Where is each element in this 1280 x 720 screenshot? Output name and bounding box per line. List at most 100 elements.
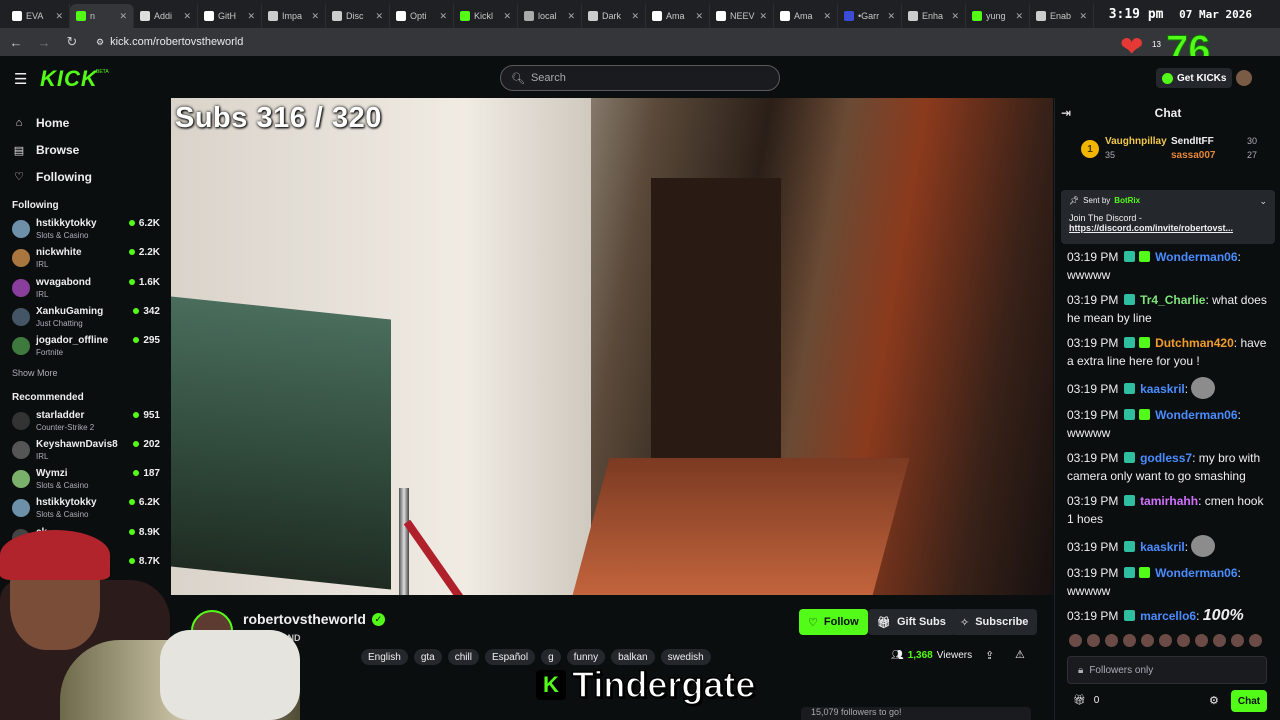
gear-icon[interactable]: ⚙ bbox=[1209, 694, 1219, 707]
close-tab-icon[interactable]: ✕ bbox=[951, 11, 959, 22]
close-tab-icon[interactable]: ✕ bbox=[567, 11, 575, 22]
quick-emote-icon[interactable] bbox=[1069, 634, 1082, 647]
browser-tab[interactable]: GitH ✕ bbox=[198, 4, 262, 28]
quick-emote-icon[interactable] bbox=[1231, 634, 1244, 647]
message-username[interactable]: Tr4_Charlie bbox=[1140, 293, 1205, 307]
close-tab-icon[interactable]: ✕ bbox=[375, 11, 383, 22]
browser-tab[interactable]: Impa ✕ bbox=[262, 4, 326, 28]
browser-tab[interactable]: Addi ✕ bbox=[134, 4, 198, 28]
browser-tab[interactable]: EVA ✕ bbox=[6, 4, 70, 28]
browser-tab[interactable]: yung ✕ bbox=[966, 4, 1030, 28]
quick-emote-icon[interactable] bbox=[1249, 634, 1262, 647]
sidebar-channel[interactable]: nickwhite IRL 2.2K bbox=[0, 244, 170, 273]
browser-tab[interactable]: Kickl ✕ bbox=[454, 4, 518, 28]
leader-first-name[interactable]: Vaughnpillay bbox=[1105, 136, 1167, 147]
sidebar-channel[interactable]: KeyshawnDavis8 IRL 202 bbox=[0, 436, 170, 465]
close-tab-icon[interactable]: ✕ bbox=[823, 11, 831, 22]
stream-tag[interactable]: gta bbox=[413, 649, 442, 665]
unpin-icon[interactable]: ⌄ bbox=[1259, 196, 1267, 207]
quick-emote-icon[interactable] bbox=[1105, 634, 1118, 647]
sidebar-nav-browse[interactable]: ▤ Browse bbox=[12, 137, 170, 164]
close-tab-icon[interactable]: ✕ bbox=[503, 11, 511, 22]
close-tab-icon[interactable]: ✕ bbox=[887, 11, 895, 22]
message-username[interactable]: godless7 bbox=[1140, 451, 1192, 465]
get-kicks-button[interactable]: Get KICKs bbox=[1156, 68, 1233, 88]
quick-emote-icon[interactable] bbox=[1087, 634, 1100, 647]
stream-tag[interactable]: balkan bbox=[611, 649, 655, 665]
message-username[interactable]: Wonderman06 bbox=[1155, 408, 1237, 422]
leader-second-name[interactable]: SendItFF bbox=[1171, 136, 1214, 147]
message-username[interactable]: Dutchman420 bbox=[1155, 336, 1234, 350]
close-tab-icon[interactable]: ✕ bbox=[183, 11, 191, 22]
browser-tab[interactable]: Opti ✕ bbox=[390, 4, 454, 28]
stream-tag[interactable]: swedish bbox=[660, 649, 711, 665]
browser-tab[interactable]: Dark ✕ bbox=[582, 4, 646, 28]
collapse-chat-icon[interactable]: ⇥ bbox=[1061, 106, 1071, 120]
close-tab-icon[interactable]: ✕ bbox=[119, 11, 127, 22]
sidebar-channel[interactable]: wvagabond IRL 1.6K bbox=[0, 274, 170, 303]
sidebar-channel[interactable]: jogador_offline Fortnite 295 bbox=[0, 332, 170, 361]
browser-tab[interactable]: Enab ✕ bbox=[1030, 4, 1094, 28]
quick-emote-icon[interactable] bbox=[1195, 634, 1208, 647]
browser-tab[interactable]: NEEV ✕ bbox=[710, 4, 774, 28]
sidebar-nav-following[interactable]: ♡ Following bbox=[12, 163, 170, 190]
chat-send-button[interactable]: Chat bbox=[1231, 690, 1267, 712]
kicks-balance[interactable]: 🎁︎ 0 bbox=[1073, 695, 1099, 706]
close-tab-icon[interactable]: ✕ bbox=[695, 11, 703, 22]
gift-subs-button[interactable]: 🎁︎ Gift Subs bbox=[868, 609, 955, 635]
message-username[interactable]: Wonderman06 bbox=[1155, 566, 1237, 580]
message-username[interactable]: tamirhahh bbox=[1140, 494, 1198, 508]
sidebar-channel[interactable]: Wymzi Slots & Casino 187 bbox=[0, 465, 170, 494]
forward-icon[interactable]: → bbox=[36, 35, 52, 50]
stream-tag[interactable]: funny bbox=[566, 649, 606, 665]
browser-tab[interactable]: Ama ✕ bbox=[774, 4, 838, 28]
close-tab-icon[interactable]: ✕ bbox=[247, 11, 255, 22]
quick-emote-icon[interactable] bbox=[1159, 634, 1172, 647]
close-tab-icon[interactable]: ✕ bbox=[631, 11, 639, 22]
message-username[interactable]: kaaskril bbox=[1140, 382, 1185, 396]
user-avatar[interactable] bbox=[1236, 70, 1252, 86]
sidebar-channel[interactable]: XankuGaming Just Chatting 342 bbox=[0, 303, 170, 332]
search-input[interactable]: 🔍︎ Search bbox=[500, 65, 780, 91]
subscribe-button[interactable]: ✧ Subscribe bbox=[951, 609, 1038, 635]
leader-third-name[interactable]: sassa007 bbox=[1171, 150, 1216, 161]
quick-emote-icon[interactable] bbox=[1123, 634, 1136, 647]
follow-button[interactable]: ♡ Follow bbox=[799, 609, 868, 635]
message-username[interactable]: kaaskril bbox=[1140, 540, 1185, 554]
close-tab-icon[interactable]: ✕ bbox=[55, 11, 63, 22]
video-player[interactable]: Subs 316 / 320 bbox=[171, 98, 1053, 595]
sidebar-channel[interactable]: hstikkytokky Slots & Casino 6.2K bbox=[0, 215, 170, 244]
browser-tab[interactable]: local ✕ bbox=[518, 4, 582, 28]
site-info-icon[interactable]: ⚙ bbox=[96, 37, 104, 48]
reload-icon[interactable]: ↻ bbox=[64, 34, 80, 50]
browser-tab[interactable]: Disc ✕ bbox=[326, 4, 390, 28]
sidebar-channel[interactable]: starladder Counter-Strike 2 951 bbox=[0, 407, 170, 436]
share-icon[interactable]: ⇪ bbox=[985, 649, 994, 662]
back-icon[interactable]: ← bbox=[8, 35, 24, 50]
stream-tag[interactable]: English bbox=[361, 649, 408, 665]
stream-tag[interactable]: Español bbox=[484, 649, 536, 665]
message-username[interactable]: Wonderman06 bbox=[1155, 250, 1237, 264]
show-more-link[interactable]: Show More bbox=[0, 368, 170, 378]
message-username[interactable]: marcello6 bbox=[1140, 609, 1196, 623]
close-tab-icon[interactable]: ✕ bbox=[759, 11, 767, 22]
kick-logo[interactable]: KICK bbox=[40, 66, 98, 92]
close-tab-icon[interactable]: ✕ bbox=[439, 11, 447, 22]
close-tab-icon[interactable]: ✕ bbox=[1015, 11, 1023, 22]
chat-input[interactable]: 🔒︎ Followers only bbox=[1067, 656, 1267, 684]
pinned-link[interactable]: https://discord.com/invite/robertovst... bbox=[1069, 223, 1267, 233]
browser-tab[interactable]: •Garr ✕ bbox=[838, 4, 902, 28]
browser-tab[interactable]: Ama ✕ bbox=[646, 4, 710, 28]
stream-tag[interactable]: g bbox=[541, 649, 561, 665]
quick-emote-icon[interactable] bbox=[1213, 634, 1226, 647]
quick-emote-icon[interactable] bbox=[1177, 634, 1190, 647]
close-tab-icon[interactable]: ✕ bbox=[1079, 11, 1087, 22]
menu-icon[interactable]: ☰ bbox=[14, 70, 27, 88]
browser-tab[interactable]: n ✕ bbox=[70, 4, 134, 28]
url-field[interactable]: ⚙ kick.com/robertovstheworld bbox=[96, 36, 243, 48]
browser-tab[interactable]: Enha ✕ bbox=[902, 4, 966, 28]
close-tab-icon[interactable]: ✕ bbox=[311, 11, 319, 22]
report-icon[interactable]: ⚠ bbox=[1015, 648, 1025, 661]
sidebar-nav-home[interactable]: ⌂ Home bbox=[12, 110, 170, 137]
quick-emote-icon[interactable] bbox=[1141, 634, 1154, 647]
